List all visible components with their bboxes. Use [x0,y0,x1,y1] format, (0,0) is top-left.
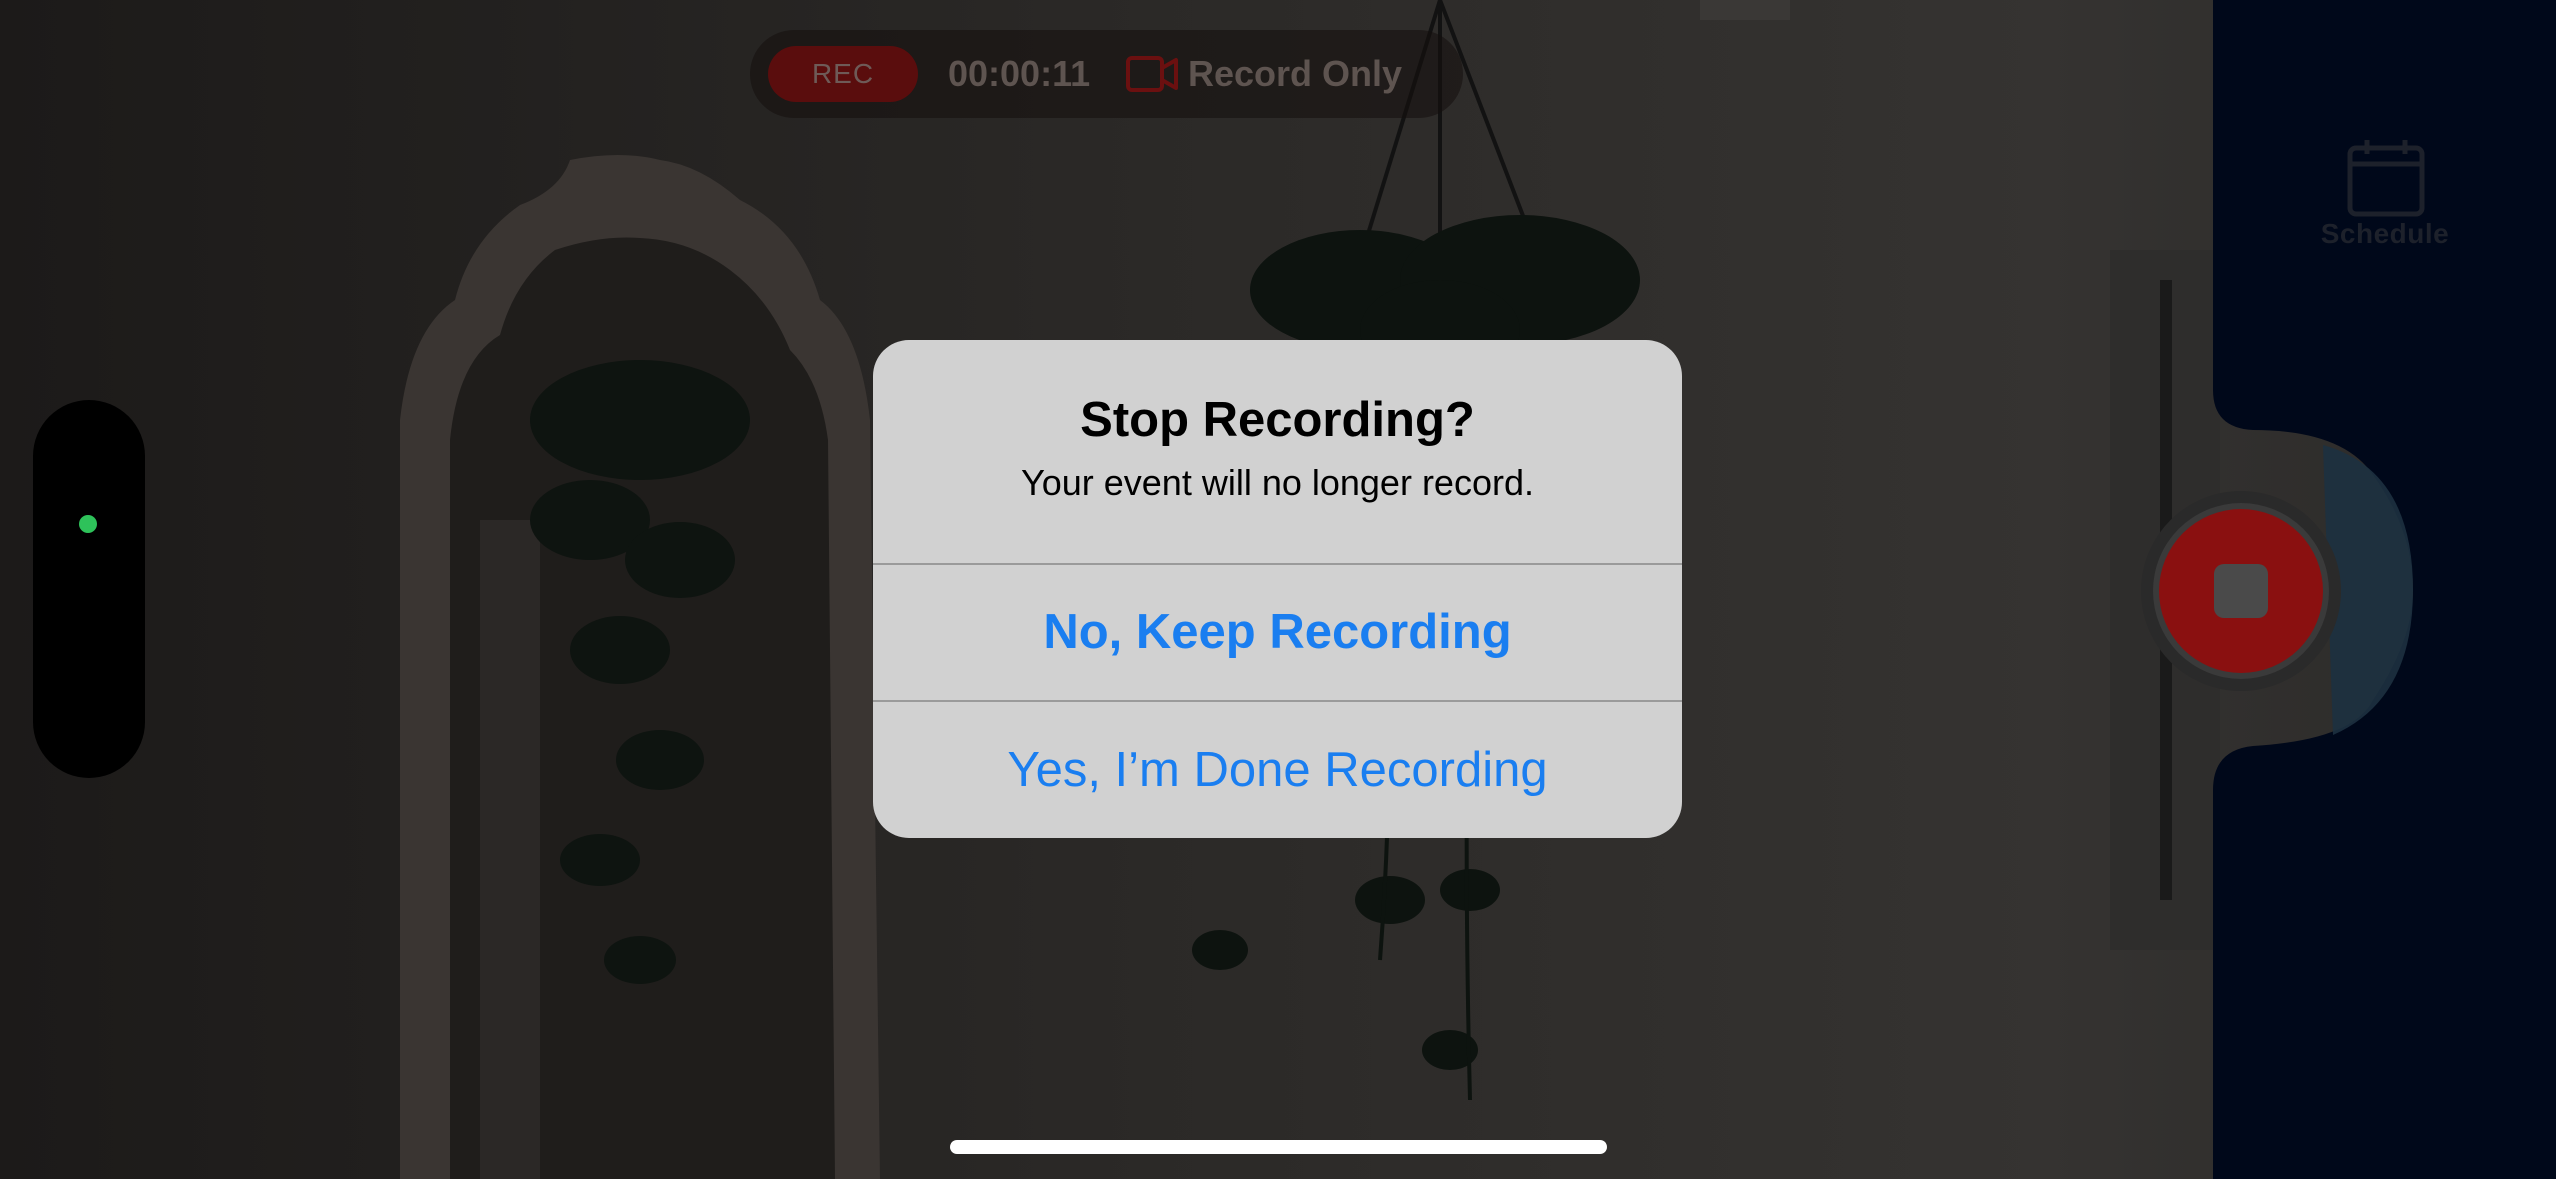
record-mode-label: Record Only [1188,53,1403,94]
schedule-button[interactable]: Schedule [2310,130,2460,260]
alert-title: Stop Recording? [1080,393,1475,447]
mic-active-indicator [79,515,97,533]
stop-recording-alert: Stop Recording? Your event will no longe… [873,340,1682,838]
home-indicator[interactable] [950,1140,1607,1154]
recording-status-bar: REC 00:00:11 Record Only [750,30,1463,118]
recording-timer: 00:00:11 [948,53,1091,94]
video-camera-icon [1126,56,1178,92]
camera-screen: Schedule REC 00:00:11 Record Only Stop R… [0,0,2556,1179]
alert-message: Your event will no longer record. [1021,462,1534,503]
rec-badge: REC [768,46,918,102]
keep-recording-button[interactable]: No, Keep Recording [873,564,1682,700]
done-recording-button[interactable]: Yes, I’m Done Recording [873,702,1682,838]
stop-recording-button[interactable] [2138,488,2344,694]
stop-square-icon [2214,564,2268,618]
zoom-control[interactable] [33,400,145,778]
calendar-icon [2347,140,2425,217]
schedule-label: Schedule [2320,218,2450,249]
